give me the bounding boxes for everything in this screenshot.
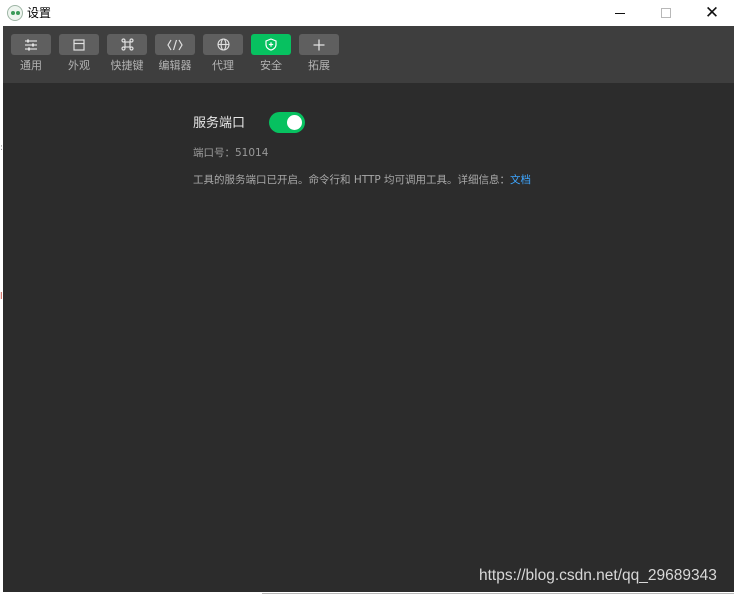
tab-proxy[interactable]: 代理 <box>203 34 243 76</box>
port-number-text: 端口号：51014 <box>193 147 269 159</box>
tab-shortcuts[interactable]: 快捷键 <box>107 34 147 76</box>
service-port-label: 服务端口 <box>193 116 246 131</box>
command-key-icon <box>107 34 147 55</box>
minimize-button[interactable] <box>597 0 643 26</box>
window-layout-icon <box>59 34 99 55</box>
docs-link[interactable]: 文档 <box>510 174 531 186</box>
watermark-text: https://blog.csdn.net/qq_29689343 <box>479 567 717 584</box>
maximize-icon <box>661 8 671 18</box>
globe-icon <box>203 34 243 55</box>
sliders-icon <box>11 34 51 55</box>
tab-security[interactable]: 安全 <box>251 34 291 76</box>
close-icon: ✕ <box>704 3 720 23</box>
window-title: 设置 <box>27 6 52 20</box>
tab-label: 外观 <box>68 59 90 72</box>
tab-editor[interactable]: 编辑器 <box>155 34 195 76</box>
minimize-icon <box>615 12 625 14</box>
close-button[interactable]: ✕ <box>689 0 735 26</box>
tab-general[interactable]: 通用 <box>11 34 51 76</box>
tab-label: 快捷键 <box>110 59 144 72</box>
tab-extensions[interactable]: 拓展 <box>299 34 339 76</box>
background-window-edge <box>262 593 734 594</box>
description-text: 工具的服务端口已开启。命令行和 HTTP 均可调用工具。详细信息： <box>193 174 511 186</box>
service-port-description: 工具的服务端口已开启。命令行和 HTTP 均可调用工具。详细信息：文档 <box>193 174 531 187</box>
app-logo-icon <box>7 5 23 21</box>
service-port-toggle[interactable] <box>269 112 305 133</box>
code-brackets-icon <box>155 34 195 55</box>
tab-label: 代理 <box>212 59 234 72</box>
toggle-knob <box>287 115 302 130</box>
security-panel: 服务端口 端口号：51014 工具的服务端口已开启。命令行和 HTTP 均可调用… <box>3 83 734 592</box>
tab-appearance[interactable]: 外观 <box>59 34 99 76</box>
tab-label: 编辑器 <box>158 59 192 72</box>
settings-window: 设置 ✕ 通用 外观 快捷键 编辑器 代理 安全 拓展 服务端口 端口号：510… <box>3 0 734 592</box>
plus-icon <box>299 34 339 55</box>
settings-toolbar: 通用 外观 快捷键 编辑器 代理 安全 拓展 <box>3 26 734 83</box>
tab-label: 安全 <box>260 59 282 72</box>
tab-label: 通用 <box>20 59 42 72</box>
title-bar: 设置 ✕ <box>3 0 734 26</box>
maximize-button[interactable] <box>643 0 689 26</box>
shield-icon <box>251 34 291 55</box>
tab-label: 拓展 <box>308 59 330 72</box>
